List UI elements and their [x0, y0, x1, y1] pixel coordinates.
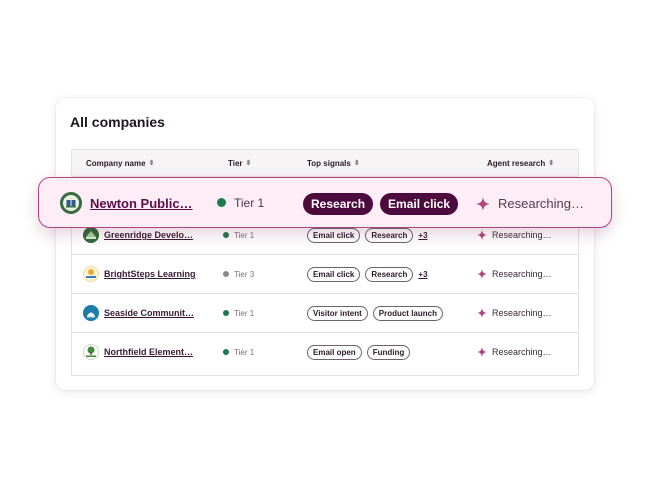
companies-panel: All companies Company name ⬍ Tier ⬍ Top si… [56, 98, 594, 390]
table-header: Company name ⬍ Tier ⬍ Top signals ⬍ Agent r… [72, 150, 578, 177]
panel-title: All companies [70, 114, 165, 130]
agent-status-label: Researching… [498, 196, 584, 211]
tier-label: Tier 1 [234, 231, 255, 240]
tier-label: Tier 3 [234, 270, 255, 279]
column-header-company[interactable]: Company name ⬍ [86, 150, 154, 177]
company-logo [60, 192, 82, 214]
agent-status-label: Researching… [492, 308, 552, 318]
column-header-agent[interactable]: Agent research ⬍ [487, 150, 554, 177]
signals-list: Visitor intent Product launch [307, 294, 443, 333]
company-logo [83, 266, 99, 282]
tier-badge: Tier 3 [223, 255, 254, 294]
agent-status-label: Researching… [492, 347, 552, 357]
agent-research-status: Researching… [476, 178, 584, 229]
company-name-link[interactable]: BrightSteps Learning [104, 255, 196, 294]
signal-pill[interactable]: Product launch [372, 306, 443, 321]
column-header-label: Agent research [487, 159, 546, 168]
tier-dot [223, 231, 229, 238]
company-name-link[interactable]: Newton Public… [90, 178, 193, 229]
signal-pill[interactable]: Email open [307, 345, 362, 360]
tier-dot [223, 270, 229, 277]
table-row[interactable]: BrightSteps Learning Tier 3 Email click … [72, 255, 578, 294]
sort-icon[interactable]: ⬍ [149, 160, 155, 167]
sparkle-icon [476, 196, 490, 211]
company-logo [83, 227, 99, 243]
signals-list: Research Email click [303, 178, 459, 229]
tier-label: Tier 1 [234, 309, 255, 318]
tier-badge: Tier 1 [223, 333, 254, 372]
more-signals-link[interactable]: +3 [418, 231, 427, 240]
tier-label: Tier 1 [234, 348, 255, 357]
column-header-label: Tier [228, 159, 243, 168]
signal-pill[interactable]: Research [365, 267, 414, 282]
table-row[interactable]: Seaside Communit… Tier 1 Visitor intent … [72, 294, 578, 333]
tier-dot [217, 198, 226, 208]
tier-dot [223, 309, 229, 316]
tier-badge: Tier 1 [217, 178, 264, 229]
column-header-tier[interactable]: Tier ⬍ [228, 150, 251, 177]
agent-research-status: Researching… [477, 294, 552, 333]
tier-badge: Tier 1 [223, 294, 254, 333]
sparkle-icon [477, 268, 487, 279]
sort-icon[interactable]: ⬍ [548, 160, 554, 167]
signal-pill[interactable]: Visitor intent [307, 306, 368, 321]
agent-status-label: Researching… [492, 230, 552, 240]
column-header-label: Top signals [307, 159, 351, 168]
company-logo [83, 344, 99, 360]
signal-pill[interactable]: Email click [380, 192, 459, 215]
sparkle-icon [477, 307, 487, 318]
company-name-link[interactable]: Seaside Communit… [104, 294, 194, 333]
agent-research-status: Researching… [477, 333, 552, 372]
column-header-label: Company name [86, 159, 146, 168]
agent-status-label: Researching… [492, 269, 552, 279]
signals-list: Email open Funding [307, 333, 411, 372]
highlighted-table-row[interactable]: Newton Public… Tier 1 Research Email cli… [38, 177, 612, 228]
signal-pill[interactable]: Research [303, 192, 374, 215]
table-row[interactable]: Northfield Element… Tier 1 Email open Fu… [72, 333, 578, 372]
tier-dot [223, 348, 229, 355]
signal-pill[interactable]: Email click [307, 228, 361, 243]
signal-pill[interactable]: Email click [307, 267, 361, 282]
sort-icon[interactable]: ⬍ [354, 160, 360, 167]
sparkle-icon [477, 346, 487, 357]
company-logo [83, 305, 99, 321]
column-header-signals[interactable]: Top signals ⬍ [307, 150, 360, 177]
signal-pill[interactable]: Funding [366, 345, 411, 360]
agent-research-status: Researching… [477, 255, 552, 294]
sparkle-icon [477, 229, 487, 240]
company-name-link[interactable]: Northfield Element… [104, 333, 193, 372]
tier-label: Tier 1 [234, 196, 265, 210]
more-signals-link[interactable]: +3 [418, 270, 427, 279]
signals-list: Email click Research +3 [307, 255, 428, 294]
signal-pill[interactable]: Research [365, 228, 414, 243]
sort-icon[interactable]: ⬍ [246, 160, 252, 167]
